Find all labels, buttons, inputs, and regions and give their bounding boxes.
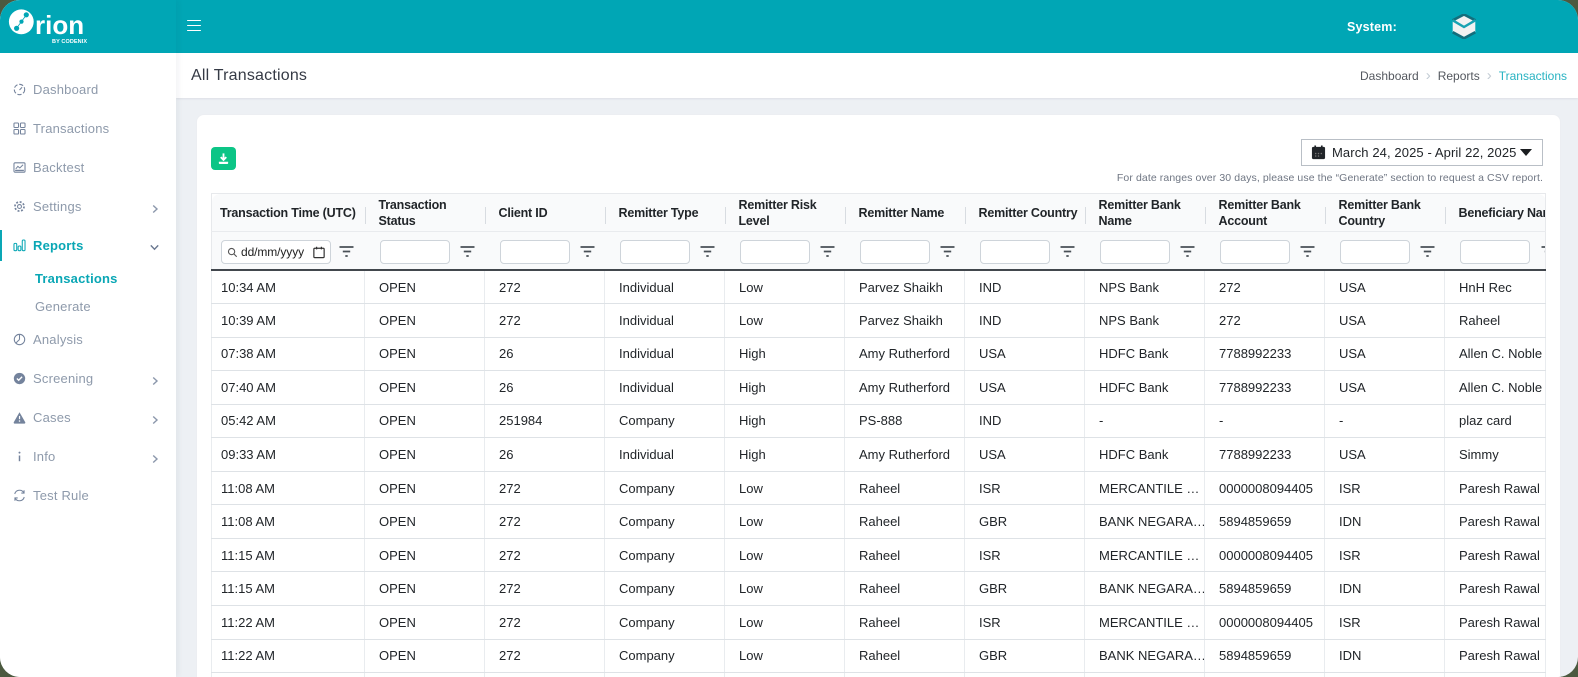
svg-text:BY CODENIX: BY CODENIX bbox=[52, 39, 87, 45]
svg-text:rion: rion bbox=[35, 10, 84, 40]
